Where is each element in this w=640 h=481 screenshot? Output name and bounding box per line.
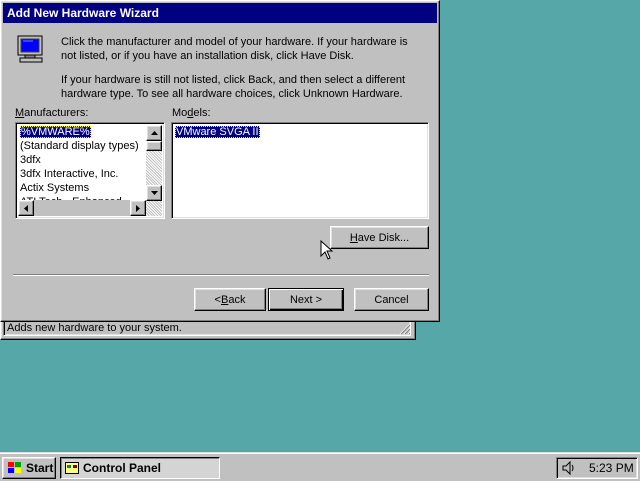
manufacturers-label: Manufacturers: <box>15 107 89 119</box>
resize-grip-icon[interactable] <box>399 323 411 335</box>
scroll-down-button[interactable] <box>146 185 162 201</box>
arrow-up-icon <box>150 131 158 135</box>
cancel-button[interactable]: Cancel <box>354 288 429 311</box>
arrow-left-icon <box>24 204 28 212</box>
list-item[interactable]: VMware SVGA II <box>175 126 260 138</box>
list-item[interactable]: 3dfx <box>18 153 146 167</box>
divider <box>13 274 429 276</box>
horizontal-scrollbar[interactable] <box>18 200 146 216</box>
have-disk-button[interactable]: Have Disk... <box>330 226 429 249</box>
windows-logo-icon <box>8 462 21 473</box>
taskbar-button-control-panel[interactable]: Control Panel <box>60 457 220 479</box>
volume-icon[interactable] <box>561 460 577 476</box>
list-item[interactable]: %VMWARE% <box>18 125 146 139</box>
scroll-right-button[interactable] <box>130 200 146 216</box>
system-tray: 5:23 PM <box>556 457 638 479</box>
scroll-left-button[interactable] <box>18 200 34 216</box>
taskbar: Start Control Panel 5:23 PM <box>0 452 640 481</box>
scroll-thumb[interactable] <box>146 141 162 151</box>
instruction-text-2: If your hardware is still not listed, cl… <box>61 74 406 100</box>
arrow-down-icon <box>150 191 158 195</box>
status-bar: Adds new hardware to your system. <box>3 320 411 336</box>
arrow-right-icon <box>136 204 140 212</box>
list-item[interactable]: 3dfx Interactive, Inc. <box>18 167 146 181</box>
dialog-title: Add New Hardware Wizard <box>7 6 159 20</box>
models-listbox[interactable]: VMware SVGA II <box>171 122 429 219</box>
clock: 5:23 PM <box>589 461 634 475</box>
control-panel-icon <box>65 462 79 474</box>
scroll-up-button[interactable] <box>146 125 162 141</box>
models-label: Models: <box>172 107 211 119</box>
start-label: Start <box>26 461 54 475</box>
vertical-scrollbar[interactable] <box>146 125 162 216</box>
back-button[interactable]: < Back <box>194 288 266 311</box>
task-label: Control Panel <box>83 461 162 475</box>
manufacturers-listbox[interactable]: %VMWARE% (Standard display types) 3dfx 3… <box>15 122 165 219</box>
status-text: Adds new hardware to your system. <box>7 322 182 334</box>
instruction-text-1: Click the manufacturer and model of your… <box>61 36 408 62</box>
arrow-cursor-icon <box>320 240 334 260</box>
title-bar[interactable]: Add New Hardware Wizard <box>3 3 437 23</box>
next-button[interactable]: Next > <box>268 288 344 311</box>
monitor-icon <box>17 35 43 63</box>
list-item[interactable]: (Standard display types) <box>18 139 146 153</box>
start-button[interactable]: Start <box>2 457 56 479</box>
add-hardware-wizard-dialog: Add New Hardware Wizard Click the manufa… <box>0 0 440 322</box>
list-item[interactable]: Actix Systems <box>18 181 146 195</box>
